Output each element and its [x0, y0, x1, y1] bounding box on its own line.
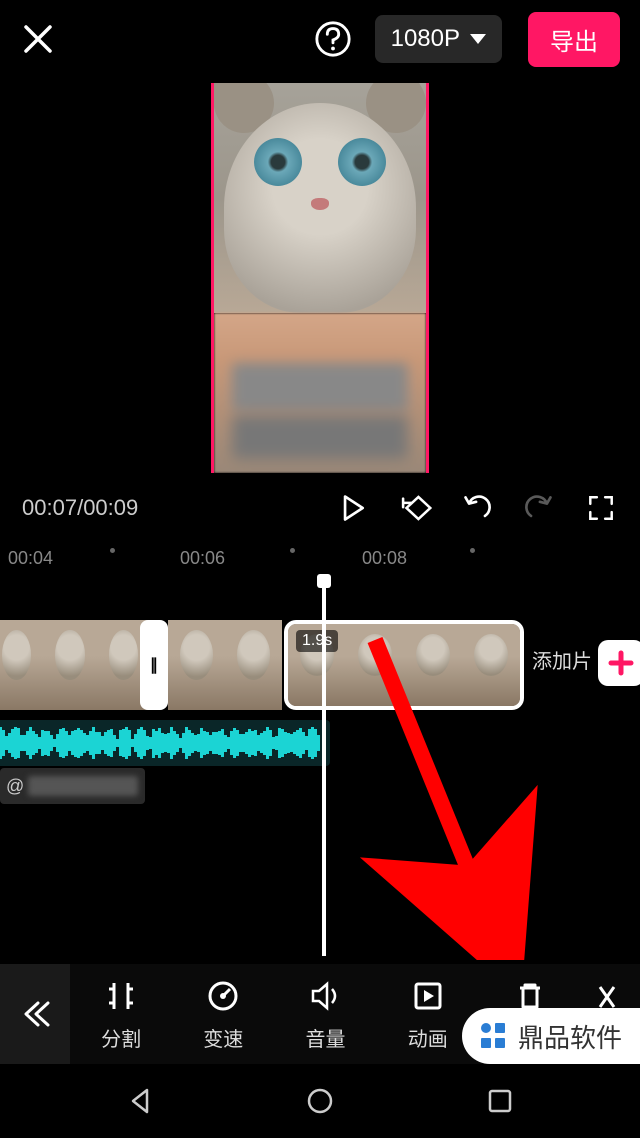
clip-duration-badge: 1.9s [296, 630, 338, 652]
clip-handle[interactable]: ∥ [140, 620, 168, 710]
video-clip[interactable] [168, 620, 282, 710]
help-button[interactable] [313, 19, 353, 59]
top-bar: 1080P 导出 [0, 0, 640, 78]
tool-split[interactable]: 分割 [70, 977, 172, 1052]
split-icon [102, 977, 140, 1015]
preview-content [214, 83, 426, 313]
preview-frame[interactable] [211, 83, 429, 473]
speed-icon [204, 977, 242, 1015]
tool-volume[interactable]: 音量 [274, 977, 376, 1052]
video-clip-selected[interactable]: 1.9s [284, 620, 524, 710]
playhead[interactable] [322, 576, 326, 956]
tool-speed[interactable]: 变速 [172, 977, 274, 1052]
redo-button[interactable] [522, 491, 556, 525]
system-nav-bar [0, 1064, 640, 1138]
undo-button[interactable] [460, 491, 494, 525]
play-button[interactable] [336, 491, 370, 525]
add-segment-button[interactable] [598, 640, 640, 686]
fullscreen-button[interactable] [584, 491, 618, 525]
volume-icon [307, 977, 345, 1015]
animation-icon [409, 977, 447, 1015]
audio-tag[interactable]: @ [0, 768, 145, 804]
toolbar-back-button[interactable] [0, 964, 70, 1064]
watermark-badge: 鼎品软件 [462, 1008, 640, 1064]
export-button[interactable]: 导出 [528, 12, 620, 67]
add-segment-label: 添加片 [532, 645, 592, 674]
nav-recents-button[interactable] [478, 1079, 522, 1123]
close-button[interactable] [20, 21, 56, 57]
time-display: 00:07/00:09 [22, 495, 138, 521]
resolution-label: 1080P [391, 25, 460, 53]
playback-bar: 00:07/00:09 [0, 478, 640, 538]
keyframe-button[interactable] [398, 491, 432, 525]
preview-area [0, 78, 640, 478]
chevron-down-icon [470, 34, 486, 44]
nav-home-button[interactable] [298, 1079, 342, 1123]
watermark-text: 鼎品软件 [518, 1018, 622, 1055]
nav-back-button[interactable] [118, 1079, 162, 1123]
audio-track [0, 720, 640, 766]
resolution-selector[interactable]: 1080P [375, 15, 502, 63]
audio-clip[interactable] [0, 720, 330, 766]
video-clip[interactable] [0, 620, 150, 710]
timeline[interactable]: ∥ 1.9s 添加片 @ [0, 590, 640, 950]
watermark-logo-icon [476, 1019, 510, 1053]
